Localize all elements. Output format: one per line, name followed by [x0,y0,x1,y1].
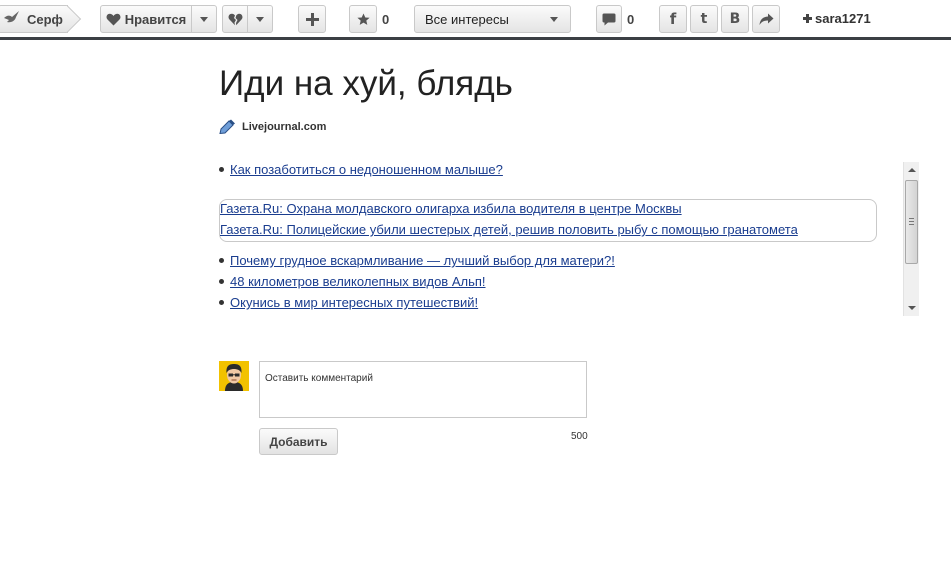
interests-label: Все интересы [425,11,509,27]
list-item: Как позаботиться о недоношенном малыше? [219,162,503,177]
news-item: Газета.Ru: Полицейские убили шестерых де… [220,222,798,237]
vk-share-button[interactable]: В [721,5,749,33]
related-link[interactable]: Как позаботиться о недоношенном малыше? [230,162,503,177]
comments-button[interactable] [596,5,622,33]
bullet [219,279,224,284]
related-link[interactable]: Почему грудное вскармливание — лучший вы… [230,253,615,268]
related-link[interactable]: Окунись в мир интересных путешествий! [230,295,478,310]
vk-icon: В [729,11,741,27]
bullet [219,300,224,305]
dislike-dropdown-button[interactable] [247,5,273,33]
interests-dropdown[interactable]: Все интересы [414,5,571,33]
news-item: Газета.Ru: Охрана молдавского олигарха и… [220,201,682,216]
like-label: Нравится [124,11,187,27]
bird-icon [3,9,21,30]
plus-icon [305,12,319,26]
page-title: Иди на хуй, блядь [219,64,513,103]
favorite-count: 0 [382,12,390,27]
comment-count: 0 [627,12,635,27]
username: sara1271 [815,11,871,26]
chevron-down-icon [256,16,264,22]
source-link[interactable]: Livejournal.com [242,121,326,133]
list-item: Окунись в мир интересных путешествий! [219,295,478,310]
favorite-button[interactable] [349,5,377,33]
avatar [219,361,249,391]
dislike-button[interactable] [222,5,248,33]
scroll-down-arrow[interactable] [908,306,916,310]
news-box: Газета.Ru: Охрана молдавского олигарха и… [219,199,877,242]
scroll-up-arrow[interactable] [908,168,916,172]
chevron-down-icon [550,17,558,22]
bullet [219,167,224,172]
plus-icon [803,14,812,23]
twitter-icon: t [700,11,708,27]
add-comment-button[interactable]: Добавить [259,428,338,455]
twitter-share-button[interactable]: t [690,5,718,33]
top-toolbar: Серф Нравится 0 Все интересы 0 f t В sar… [0,0,951,40]
facebook-icon: f [669,10,677,28]
heart-icon [106,13,121,26]
related-links: Как позаботиться о недоношенном малыше? … [219,160,919,316]
star-icon [356,13,370,26]
like-dropdown-button[interactable] [191,5,217,33]
user-menu[interactable]: sara1271 [803,11,871,26]
bullet [219,258,224,263]
source: Livejournal.com [219,119,326,134]
add-button[interactable] [298,5,326,33]
scroll-thumb[interactable] [905,180,918,264]
facebook-share-button[interactable]: f [659,5,687,33]
list-item: 48 километров великолепных видов Альп! [219,274,486,289]
pencil-icon [219,119,236,134]
comment-icon [602,13,616,26]
broken-heart-icon [228,13,243,26]
share-icon [759,13,774,26]
serf-label: Серф [27,11,63,27]
list-item: Почему грудное вскармливание — лучший вы… [219,253,615,268]
chevron-down-icon [200,16,208,22]
share-button[interactable] [752,5,780,33]
news-link[interactable]: Газета.Ru: Полицейские убили шестерых де… [220,222,798,237]
char-limit: 500 [571,431,588,442]
links-scrollbar[interactable] [903,162,919,316]
add-comment-label: Добавить [269,434,328,449]
comment-input[interactable]: Оставить комментарий [259,361,587,418]
news-link[interactable]: Газета.Ru: Охрана молдавского олигарха и… [220,201,682,216]
serf-button[interactable]: Серф [0,5,68,33]
like-button[interactable]: Нравится [100,5,192,33]
comment-placeholder: Оставить комментарий [265,373,373,384]
related-link[interactable]: 48 километров великолепных видов Альп! [230,274,486,289]
